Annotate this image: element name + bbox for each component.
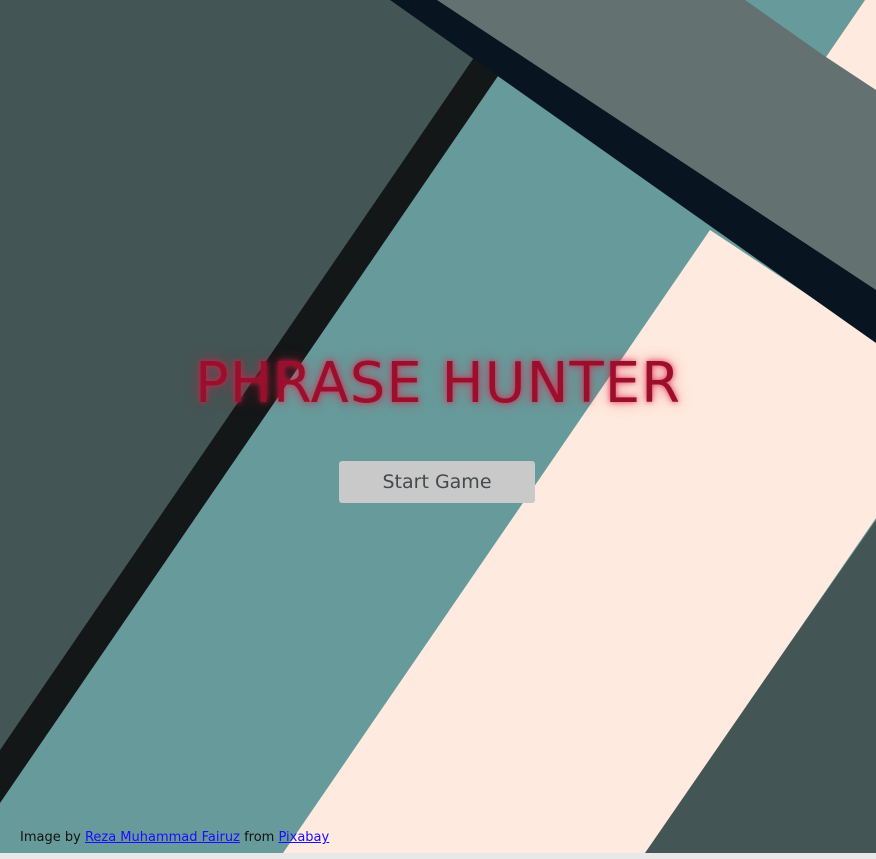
window-bottom-edge [0,853,876,859]
author-link[interactable]: Reza Muhammad Fairuz [85,830,240,845]
pixabay-link[interactable]: Pixabay [278,830,329,845]
image-credit: Image by Reza Muhammad Fairuz from Pixab… [20,829,329,847]
credit-prefix-text: Image by [20,830,81,845]
start-game-button[interactable]: Start Game [339,461,535,503]
credit-middle-text: from [244,830,275,845]
game-title: PHRASE HUNTER [194,351,682,416]
abstract-stripes-background-image [0,0,876,853]
game-screen: PHRASE HUNTER Start Game Image by Reza M… [0,0,876,853]
